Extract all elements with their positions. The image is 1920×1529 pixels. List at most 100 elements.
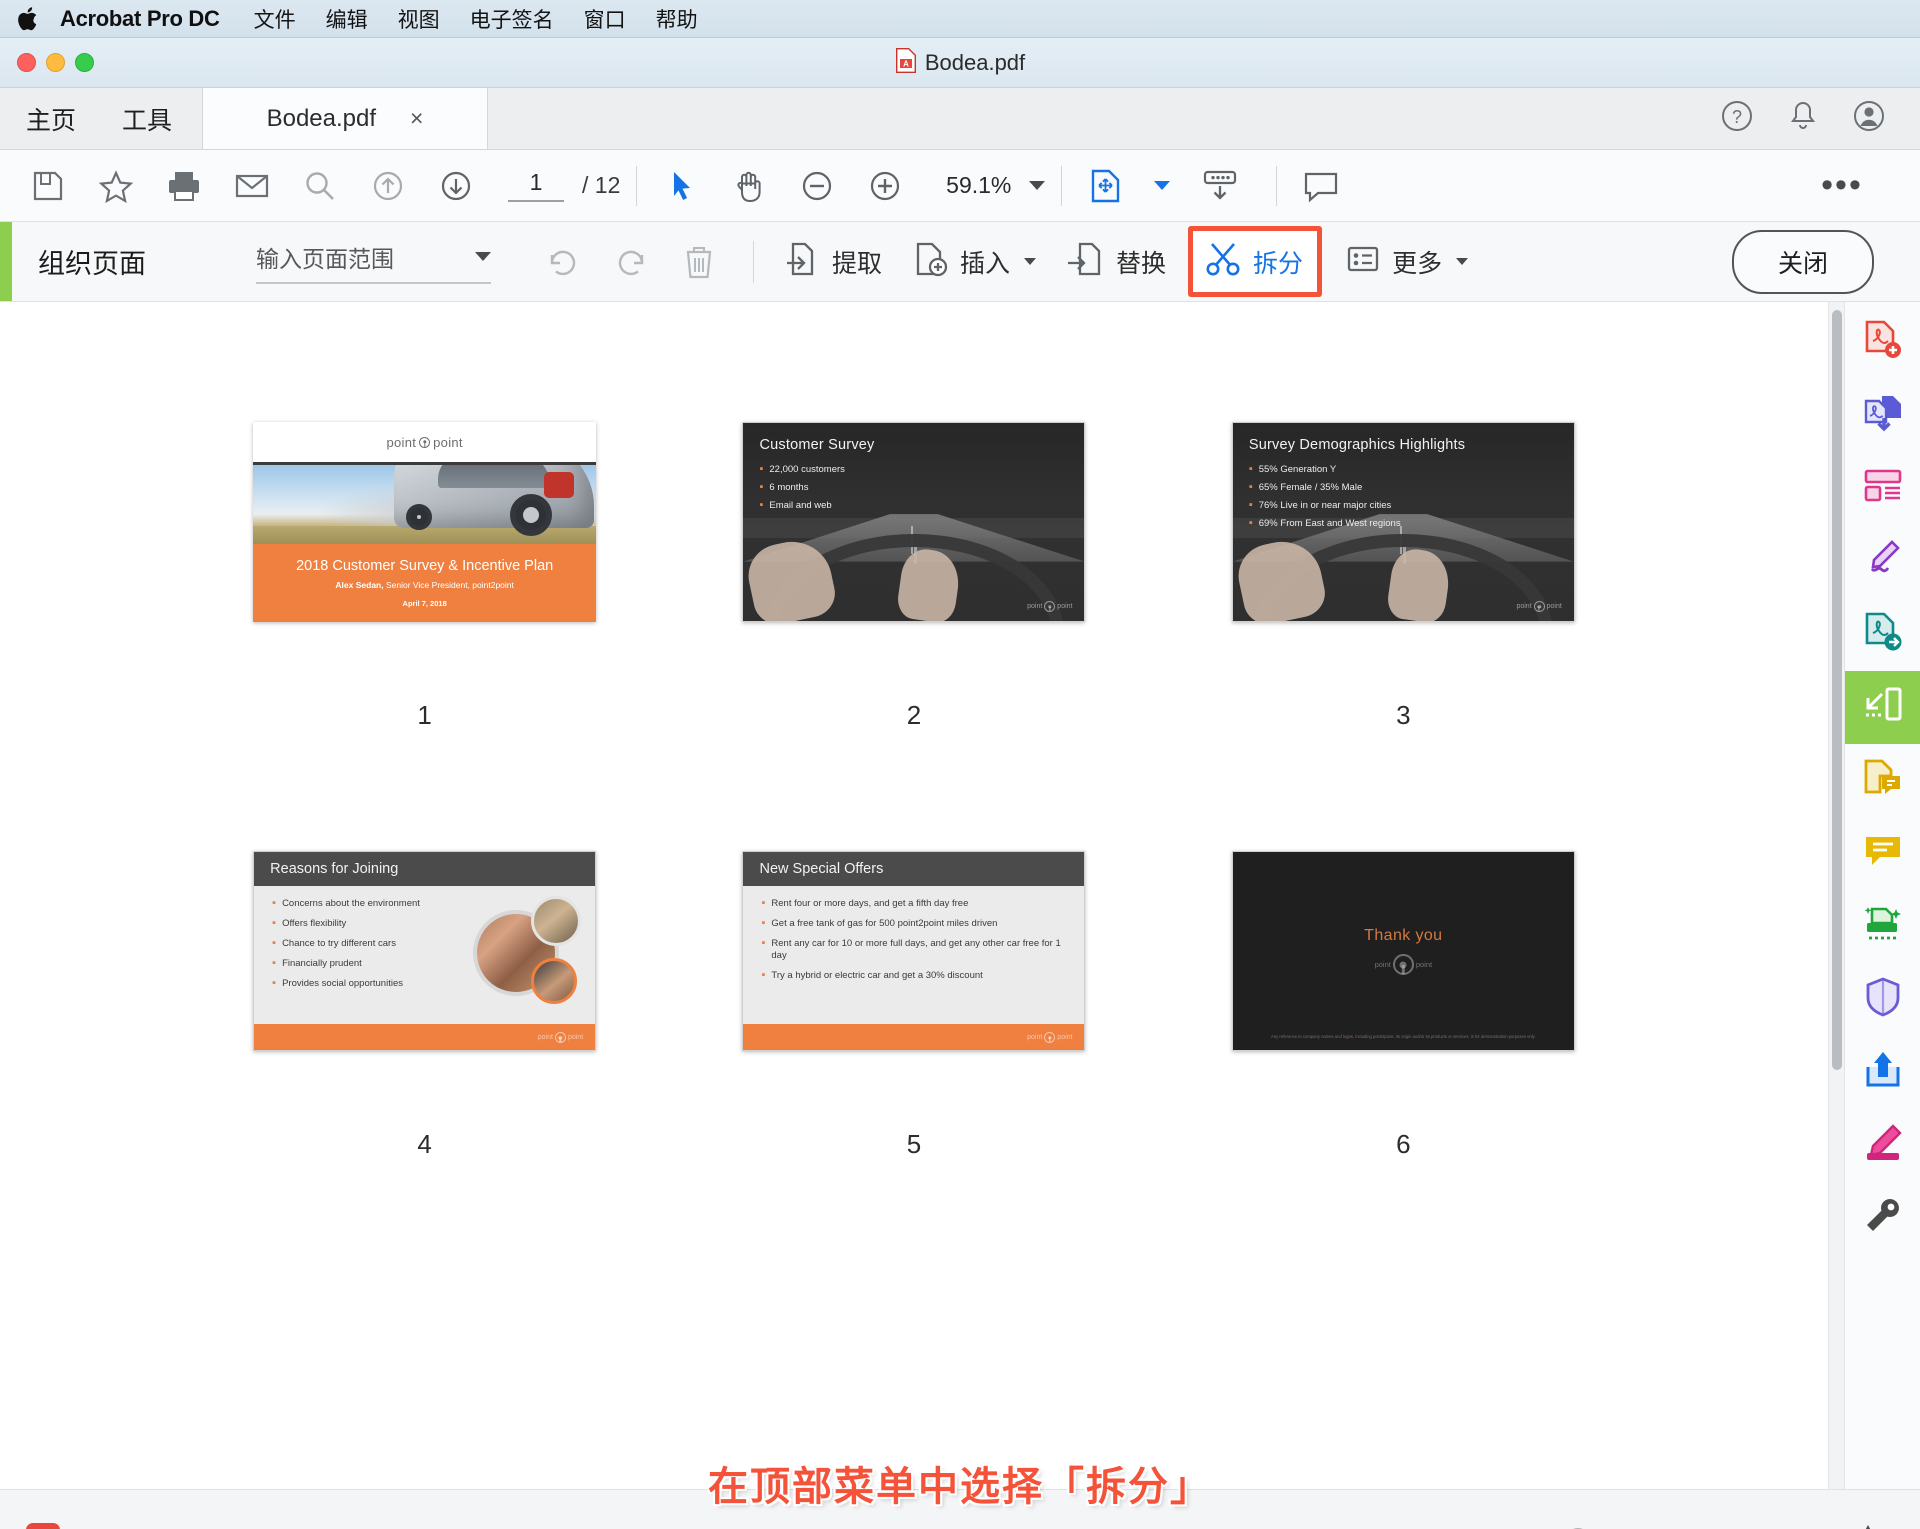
bullet-icon: ▪ [1248,481,1253,493]
thumbnail-size-slider[interactable] [1530,1524,1884,1529]
menu-window[interactable]: 窗口 [584,4,626,34]
slide1-title: 2018 Customer Survey & Incentive Plan [296,558,554,574]
comment-icon[interactable] [1293,158,1349,214]
rail-item-edit-pdf[interactable] [1845,452,1920,525]
organize-pages-title: 组织页面 [38,249,146,279]
more-options-icon[interactable]: ••• [1814,158,1870,214]
rail-item-combine-files[interactable] [1845,379,1920,452]
close-icon[interactable]: × [410,105,423,132]
more-options-button[interactable]: 更多 [1344,240,1469,283]
star-icon[interactable] [88,158,144,214]
page-thumbnails-pane[interactable]: point point 2018 Customer Survey & Incen… [0,302,1828,1489]
rail-item-comment-page[interactable] [1845,744,1920,817]
zoom-dropdown-chevron-down-icon[interactable] [1029,181,1046,190]
next-page-icon[interactable] [428,158,484,214]
fit-page-icon[interactable] [1078,158,1134,214]
page-thumbnail-4[interactable]: Reasons for Joining ▪ Concerns about the … [180,851,669,1280]
user-avatar-icon[interactable] [1852,99,1886,138]
bullet-icon: ▪ [761,968,766,981]
rail-item-more-tools[interactable] [1845,1182,1920,1255]
nav-tools[interactable]: 工具 [122,101,172,137]
maximize-window-button[interactable] [75,53,94,72]
slide4-title: Reasons for Joining [270,861,399,877]
extract-pages-button[interactable]: 提取 [782,239,882,284]
page-range-chevron-down-icon[interactable] [475,252,491,261]
vertical-scrollbar-thumb[interactable] [1832,310,1842,1070]
apple-logo-icon[interactable] [16,4,42,34]
slide6-logo-right: point [1415,960,1433,969]
page-thumbnail-5[interactable]: New Special Offers ▪ Rent four or more da… [669,851,1158,1280]
more-chevron-down-icon[interactable] [1456,258,1469,265]
document-tab[interactable]: Bodea.pdf × [203,88,489,149]
email-icon[interactable] [224,158,280,214]
rail-item-export-pdf[interactable] [1845,598,1920,671]
svg-text:?: ? [1732,107,1742,127]
page-thumbnail-grid: point point 2018 Customer Survey & Incen… [0,302,1828,1280]
insert-chevron-down-icon[interactable] [1024,258,1037,265]
cursor-arrow-icon[interactable] [653,158,709,214]
page-thumbnail-image-2[interactable]: Customer Survey ▪ 22,000 customers ▪ 6 mon… [742,422,1086,622]
rail-item-protect[interactable] [1845,963,1920,1036]
trash-delete-icon[interactable] [671,234,727,290]
notification-bell-icon[interactable] [1788,99,1818,138]
slide1-author-name: Alex Sedan, [335,580,384,590]
slide4-bullet-text: Financially prudent [282,957,362,969]
slide6-fine-print: Any reference to company names and logos… [1271,1033,1536,1039]
rail-item-create-pdf[interactable] [1845,306,1920,379]
menu-help[interactable]: 帮助 [656,4,698,34]
page-thumbnail-1[interactable]: point point 2018 Customer Survey & Incen… [180,422,669,851]
print-icon[interactable] [156,158,212,214]
menu-edit[interactable]: 编辑 [326,4,368,34]
page-thumbnail-image-6[interactable]: Thank you point point Any reference to c… [1231,851,1575,1051]
search-icon[interactable] [292,158,348,214]
insert-pages-button[interactable]: 插入 [910,239,1037,284]
zoom-out-icon[interactable] [789,158,845,214]
rail-item-fill-and-sign[interactable] [1845,525,1920,598]
zoom-level-value[interactable]: 59.1% [925,172,1011,199]
rail-item-scan-and-ocr[interactable] [1845,890,1920,963]
rotate-counterclockwise-icon[interactable] [535,234,591,290]
previous-page-icon[interactable] [360,158,416,214]
page-thumbnail-image-5[interactable]: New Special Offers ▪ Rent four or more da… [742,851,1086,1051]
slide5-bullet-text: Try a hybrid or electric car and get a 3… [771,969,983,981]
page-number-label-5: 5 [906,1129,922,1159]
replace-pages-button[interactable]: 替换 [1064,239,1166,284]
close-organize-button[interactable]: 关闭 [1731,229,1874,294]
page-thumbnail-3[interactable]: Survey Demographics Highlights ▪ 55% Gene… [1159,422,1648,851]
window-title-bar: A Bodea.pdf [0,38,1920,88]
page-thumbnail-image-1[interactable]: point point 2018 Customer Survey & Incen… [253,422,597,622]
page-thumbnail-2[interactable]: Customer Survey ▪ 22,000 customers ▪ 6 mon… [669,422,1158,851]
zoom-in-icon[interactable] [857,158,913,214]
page-thumbnail-image-3[interactable]: Survey Demographics Highlights ▪ 55% Gene… [1231,422,1575,622]
svg-text:A: A [903,59,909,68]
save-icon[interactable] [20,158,76,214]
slide2-bullet: ▪ 6 months [759,482,1068,494]
menu-view[interactable]: 视图 [398,4,440,34]
slide3-bullet: ▪ 69% From East and West regions [1249,518,1558,530]
export-pdf-icon [1860,609,1906,660]
page-thumbnail-6[interactable]: Thank you point point Any reference to c… [1159,851,1648,1280]
rail-item-send-for-signature[interactable] [1845,1036,1920,1109]
vertical-scrollbar[interactable] [1828,302,1844,1489]
fit-page-chevron-down-icon[interactable] [1154,181,1171,190]
help-circle-icon[interactable]: ? [1720,99,1754,138]
page-thumbnail-image-4[interactable]: Reasons for Joining ▪ Concerns about the … [253,851,597,1051]
page-range-input[interactable]: 输入页面范围 [256,240,491,284]
rail-item-organize-pages[interactable] [1845,671,1920,744]
hand-tool-icon[interactable] [721,158,777,214]
thumbnail-larger-icon[interactable] [1852,1524,1884,1529]
page-number-input[interactable]: 1 [508,169,564,202]
rotate-clockwise-icon[interactable] [603,234,659,290]
close-window-button[interactable] [17,53,36,72]
slide1-car-window [438,465,551,488]
status-bar: 在顶部菜单中选择「拆分」 Z www.MacZ.com [0,1465,1920,1529]
rail-item-highlighter[interactable] [1845,1109,1920,1182]
menu-file[interactable]: 文件 [254,4,296,34]
split-pages-button[interactable]: 拆分 [1188,226,1323,297]
minimize-window-button[interactable] [46,53,65,72]
slide4-photo-top-right [531,896,582,946]
menu-esign[interactable]: 电子签名 [470,4,554,34]
rail-item-comment[interactable] [1845,817,1920,890]
nav-home[interactable]: 主页 [26,101,76,137]
page-scrolling-icon[interactable] [1192,158,1248,214]
